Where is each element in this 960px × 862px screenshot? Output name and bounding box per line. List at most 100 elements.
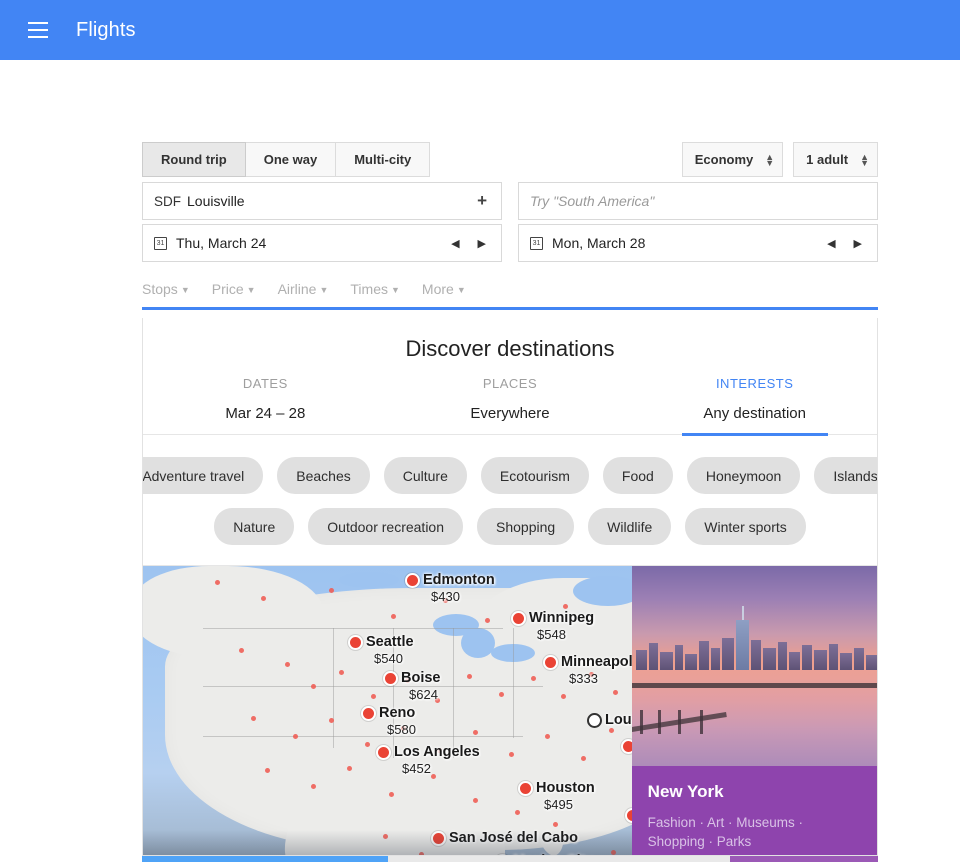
map-dot	[293, 734, 298, 739]
map-dot	[467, 674, 472, 679]
map-pin-icon	[625, 808, 632, 823]
map-marker[interactable]: Charlotte $414	[621, 738, 632, 770]
chip-nature[interactable]: Nature	[214, 508, 295, 545]
scrollbar-track[interactable]	[388, 856, 730, 862]
chip-beaches[interactable]: Beaches	[277, 457, 370, 494]
chip-adventure-travel[interactable]: Adventure travel	[143, 457, 264, 494]
return-prev-day-icon[interactable]: ◀	[827, 237, 835, 250]
return-date-input[interactable]: 31 Mon, March 28 ◀ ▶	[518, 224, 878, 262]
map-dot	[509, 752, 514, 757]
map-pin-icon	[348, 635, 363, 650]
map-pin-icon	[543, 655, 558, 670]
map-marker[interactable]: Miami $355	[625, 807, 632, 839]
map-marker-origin[interactable]: Louisville	[587, 712, 632, 729]
map-dot	[251, 716, 256, 721]
map-marker[interactable]: Houston $495	[518, 780, 595, 812]
return-next-day-icon[interactable]: ▶	[854, 237, 862, 250]
chevron-down-icon: ▼	[180, 284, 190, 295]
chip-culture[interactable]: Culture	[383, 457, 467, 494]
map-dot	[389, 792, 394, 797]
building	[721, 638, 734, 670]
passenger-cabin-group: Economy ▲ ▼ 1 adult ▲ ▼	[681, 142, 878, 177]
scrollbar-card-edge	[730, 856, 878, 862]
skyline-silhouette	[632, 624, 877, 670]
map-dot	[473, 730, 478, 735]
hamburger-menu-icon[interactable]	[22, 14, 54, 46]
add-origin-icon[interactable]: +	[474, 191, 490, 211]
chip-shopping[interactable]: Shopping	[477, 508, 575, 545]
map-marker[interactable]: Reno $580	[361, 705, 416, 737]
horizontal-scrollbar[interactable]	[142, 856, 878, 862]
tab-interests-value: Any destination	[703, 405, 806, 422]
map-border-line	[513, 628, 514, 738]
map-dot	[339, 670, 344, 675]
chip-outdoor-recreation[interactable]: Outdoor recreation	[308, 508, 463, 545]
depart-prev-day-icon[interactable]: ◀	[451, 237, 459, 250]
filter-airline-label: Airline	[277, 280, 317, 297]
map-dot	[311, 784, 316, 789]
chip-winter-sports[interactable]: Winter sports	[685, 508, 806, 545]
chevron-down-icon: ▼	[319, 284, 329, 295]
destinations-map[interactable]: Edmonton $430 Winnipeg $548 Sept-Is	[143, 566, 632, 855]
filter-airline[interactable]: Airline ▼	[278, 281, 329, 297]
map-dot	[563, 604, 568, 609]
trip-type-multi-city[interactable]: Multi-city	[336, 142, 431, 177]
map-pin-icon	[518, 781, 533, 796]
chip-islands[interactable]: Islands	[814, 457, 877, 494]
map-marker[interactable]: San José del Cabo	[431, 830, 578, 847]
map-dot	[545, 734, 550, 739]
passenger-count-value: 1 adult	[806, 152, 849, 167]
page-body: Round trip One way Multi-city Economy ▲ ▼…	[0, 60, 960, 862]
building	[762, 648, 776, 670]
pier-horizontal	[631, 683, 877, 688]
tab-places[interactable]: PLACES Everywhere	[388, 376, 633, 434]
chevron-updown-icon: ▲ ▼	[860, 151, 869, 168]
building	[839, 653, 852, 670]
explore-row: Edmonton $430 Winnipeg $548 Sept-Is	[143, 566, 877, 855]
filter-price[interactable]: Price ▼	[212, 281, 256, 297]
map-marker-price: $548	[537, 627, 566, 642]
map-marker[interactable]: Los Angeles $452	[376, 744, 480, 776]
depart-date-input[interactable]: 31 Thu, March 24 ◀ ▶	[142, 224, 502, 262]
depart-date-value: Thu, March 24	[176, 235, 267, 251]
map-marker-labels: Los Angeles $452	[394, 744, 480, 776]
cabin-class-select[interactable]: Economy ▲ ▼	[681, 142, 784, 177]
destination-card-new-york[interactable]: New York Fashion · Art · Museums · Shopp…	[631, 566, 877, 855]
app-header: Flights	[0, 0, 960, 60]
chip-wildlife[interactable]: Wildlife	[588, 508, 672, 545]
map-marker-city: Seattle	[366, 634, 414, 650]
map-dot	[391, 614, 396, 619]
depart-next-day-icon[interactable]: ▶	[478, 237, 486, 250]
building	[674, 645, 683, 670]
filter-stops[interactable]: Stops ▼	[142, 281, 190, 297]
map-marker[interactable]: Minneapolis $333	[543, 654, 632, 686]
chip-food[interactable]: Food	[602, 457, 673, 494]
tab-dates[interactable]: DATES Mar 24 – 28	[143, 376, 388, 434]
building	[710, 648, 720, 670]
passenger-count-select[interactable]: 1 adult ▲ ▼	[793, 142, 878, 177]
origin-input[interactable]: SDF Louisville +	[142, 182, 502, 220]
filter-times[interactable]: Times ▼	[350, 281, 400, 297]
depart-date-arrows: ◀ ▶	[451, 237, 490, 250]
map-marker[interactable]: Seattle $540	[348, 634, 414, 666]
map-dot	[499, 692, 504, 697]
tab-places-label: PLACES	[482, 376, 538, 391]
map-dot	[329, 718, 334, 723]
chip-ecotourism[interactable]: Ecotourism	[480, 457, 589, 494]
destination-name: New York	[647, 782, 724, 801]
filter-bar: Stops ▼ Price ▼ Airline ▼ Times ▼ More ▼	[142, 270, 878, 310]
trip-type-round-trip[interactable]: Round trip	[142, 142, 246, 177]
filter-more[interactable]: More ▼	[422, 281, 466, 297]
destination-input[interactable]: Try "South America"	[518, 182, 878, 220]
tab-interests[interactable]: INTERESTS Any destination	[632, 376, 877, 434]
trip-type-one-way[interactable]: One way	[245, 142, 337, 177]
map-marker[interactable]: Edmonton $430	[405, 572, 495, 604]
building	[698, 641, 709, 670]
chip-honeymoon[interactable]: Honeymoon	[686, 457, 801, 494]
chip-row-1: Adventure travel Beaches Culture Ecotour…	[143, 457, 877, 494]
scrollbar-thumb[interactable]	[142, 856, 388, 862]
map-marker[interactable]: Winnipeg $548	[511, 610, 594, 642]
map-marker[interactable]: Boise $624	[383, 670, 441, 702]
filter-stops-label: Stops	[142, 280, 178, 297]
map-marker-price: $333	[569, 671, 598, 686]
